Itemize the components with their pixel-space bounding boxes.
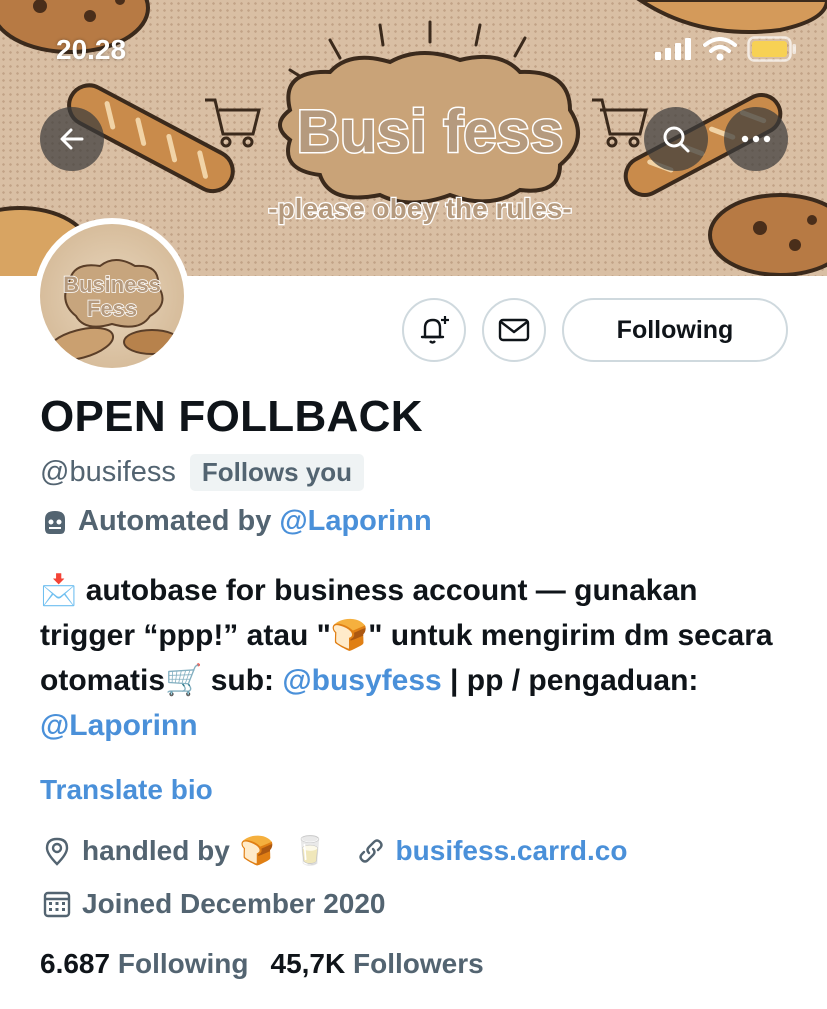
joined-date: Joined December 2020 <box>82 888 386 919</box>
handle-row: @busifess Follows you <box>40 454 365 491</box>
more-dots-icon <box>741 135 771 143</box>
following-count: 6.687 <box>40 948 111 979</box>
location-milk-emoji: 🥛 <box>292 834 328 867</box>
following-button[interactable]: Following <box>562 298 788 362</box>
avatar-line2: Fess <box>87 296 137 321</box>
robot-icon <box>45 510 65 534</box>
profile-avatar[interactable]: Business Fess <box>34 218 190 374</box>
link-icon <box>358 838 383 863</box>
location-bread-emoji: 🍞 <box>239 834 275 867</box>
display-name: OPEN FOLLBACK <box>40 392 423 441</box>
automated-label: Automated by @Laporinn <box>40 505 432 538</box>
profile-bio: 📩 autobase for business account — gunaka… <box>40 568 790 748</box>
avatar-image: Business Fess <box>40 224 184 368</box>
more-options-button[interactable] <box>724 107 788 171</box>
joined-row: Joined December 2020 <box>42 888 386 920</box>
banner-title: Busi fess <box>297 98 564 165</box>
website-link[interactable]: busifess.carrd.co <box>396 835 628 867</box>
bio-text-3: sub: <box>202 664 283 697</box>
location-pin-icon <box>45 837 69 866</box>
notifications-button[interactable] <box>402 298 466 362</box>
avatar-line1: Business <box>63 272 161 297</box>
status-time: 20.28 <box>56 34 127 65</box>
message-button[interactable] <box>482 298 546 362</box>
cart-emoji: 🛒 <box>165 663 203 698</box>
avatar-logo: Business Fess <box>45 259 181 362</box>
calendar-icon <box>43 891 71 918</box>
mention-laporinn-link[interactable]: @Laporinn <box>40 709 198 742</box>
envelope-icon <box>498 318 530 342</box>
wifi-icon <box>703 37 737 61</box>
mention-busyfess-link[interactable]: @busyfess <box>282 664 441 697</box>
automated-prefix: Automated by <box>78 505 272 537</box>
battery-icon <box>747 36 796 62</box>
inbox-emoji: 📩 <box>40 573 78 608</box>
back-button[interactable] <box>40 107 104 171</box>
follows-you-badge: Follows you <box>189 454 365 491</box>
followers-stat[interactable]: 45,7K Followers <box>271 948 484 980</box>
search-icon <box>663 126 690 153</box>
followers-count: 45,7K <box>270 948 346 979</box>
bread-emoji: 🍞 <box>330 618 369 653</box>
following-stat[interactable]: 6.687 Following <box>40 948 249 980</box>
status-icons <box>655 36 797 62</box>
followers-label: Followers <box>353 948 484 979</box>
follow-stats: 6.687 Following 45,7K Followers <box>40 948 484 980</box>
user-handle: @busifess <box>40 456 176 488</box>
arrow-left-icon <box>60 128 84 150</box>
location-and-website-row: handled by 🍞 🥛 busifess.carrd.co <box>42 834 627 867</box>
signal-icon <box>655 38 691 60</box>
bio-text-4: | pp / pengaduan: <box>441 664 699 697</box>
automated-by-link[interactable]: @Laporinn <box>279 505 431 538</box>
bell-plus-icon <box>420 316 449 344</box>
translate-bio-link[interactable]: Translate bio <box>40 774 213 806</box>
following-label: Following <box>117 948 249 979</box>
banner-tagline: -please obey the rules- <box>268 193 571 224</box>
location-text: handled by <box>82 834 230 866</box>
search-button[interactable] <box>644 107 708 171</box>
